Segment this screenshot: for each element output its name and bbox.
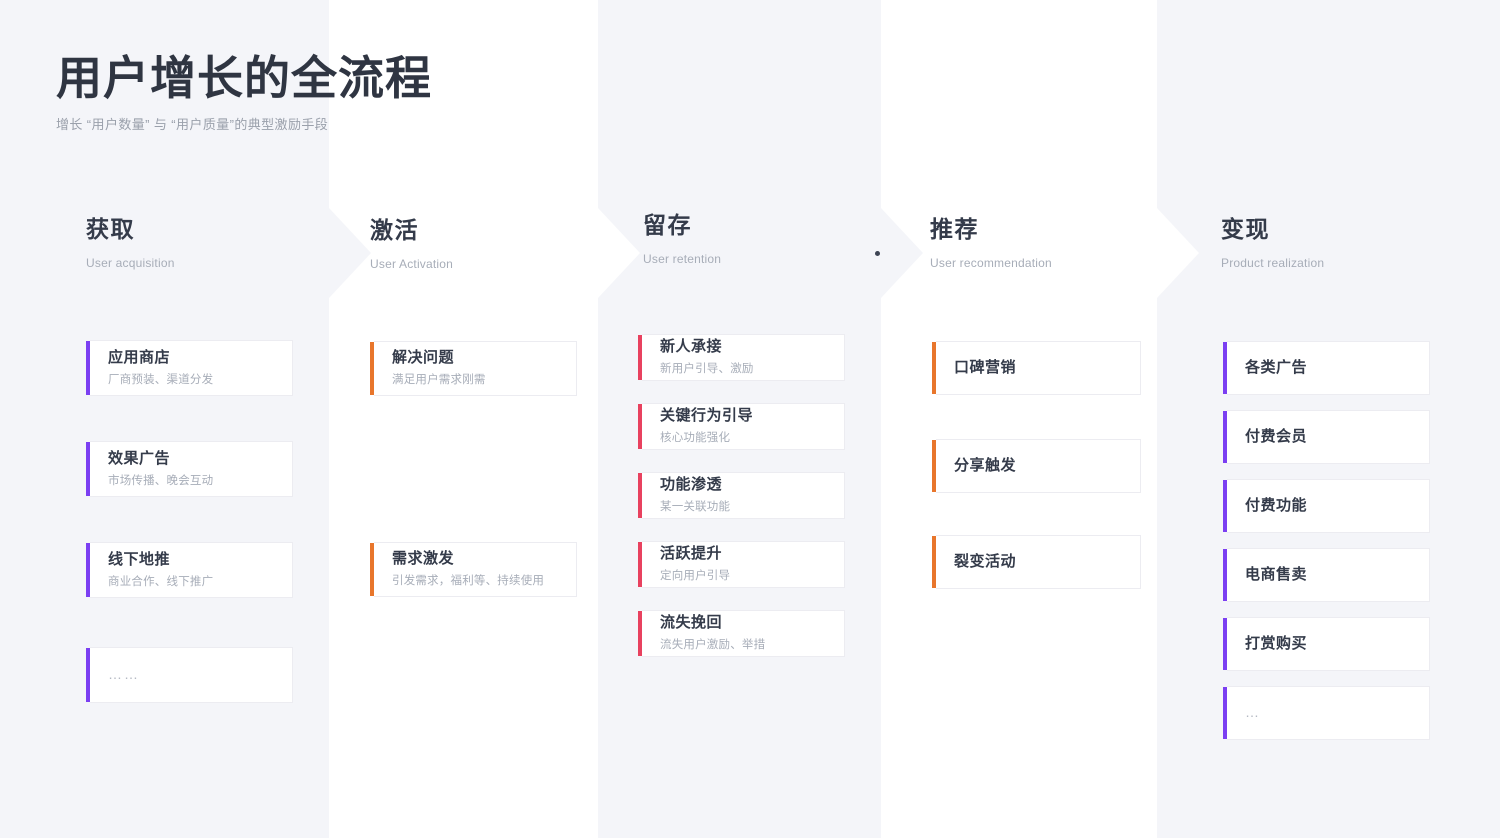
- stage-subtitle-realization: Product realization: [1221, 256, 1325, 270]
- stage-title-realization: 变现: [1221, 216, 1270, 242]
- card-realization-6[interactable]: …: [1223, 686, 1430, 740]
- card-recommendation-3[interactable]: 裂变活动: [932, 535, 1141, 589]
- card-list-activation: 解决问题满足用户需求刚需需求激发引发需求，福利等、持续使用: [370, 341, 577, 597]
- card-list-acquisition: 应用商店厂商预装、渠道分发效果广告市场传播、晚会互动线下地推商业合作、线下推广 ……: [86, 340, 293, 703]
- card-acquisition-2[interactable]: 效果广告市场传播、晚会互动: [86, 441, 293, 497]
- stage-title-retention: 留存: [643, 212, 692, 238]
- card-title: 付费会员: [1245, 427, 1308, 445]
- card-title: 流失挽回: [660, 614, 723, 632]
- card-retention-3[interactable]: 功能渗透某一关联功能: [638, 472, 845, 519]
- card-realization-1[interactable]: 各类广告: [1223, 341, 1430, 395]
- stage-subtitle-recommendation: User recommendation: [930, 256, 1052, 270]
- card-acquisition-4[interactable]: ……: [86, 647, 293, 703]
- card-title: 分享触发: [954, 456, 1017, 474]
- card-subtitle: 定向用户引导: [660, 570, 731, 583]
- card-title: 新人承接: [660, 338, 723, 356]
- card-subtitle: 市场传播、晚会互动: [108, 474, 214, 487]
- card-retention-1[interactable]: 新人承接新用户引导、激励: [638, 334, 845, 381]
- card-acquisition-1[interactable]: 应用商店厂商预装、渠道分发: [86, 340, 293, 396]
- card-retention-4[interactable]: 活跃提升定向用户引导: [638, 541, 845, 588]
- card-title: 需求激发: [392, 550, 455, 568]
- card-title: ……: [108, 666, 140, 683]
- page-title: 用户增长的全流程: [56, 52, 432, 104]
- card-list-retention: 新人承接新用户引导、激励关键行为引导核心功能强化功能渗透某一关联功能活跃提升定向…: [638, 334, 845, 657]
- stage-header-retention[interactable]: 留存 User retention: [643, 212, 722, 267]
- card-title: 付费功能: [1245, 496, 1308, 514]
- card-subtitle: 新用户引导、激励: [660, 363, 754, 376]
- card-list-realization: 各类广告付费会员付费功能电商售卖打赏购买 …: [1223, 341, 1430, 740]
- stage-header-activation[interactable]: 激活 User Activation: [370, 217, 454, 272]
- card-acquisition-3[interactable]: 线下地推商业合作、线下推广: [86, 542, 293, 598]
- stage-marker-dot-icon: [875, 251, 880, 256]
- card-title: 关键行为引导: [660, 407, 754, 425]
- card-title: 电商售卖: [1245, 565, 1308, 583]
- stage-title-acquisition: 获取: [86, 216, 135, 242]
- card-subtitle: 满足用户需求刚需: [392, 374, 486, 387]
- card-realization-5[interactable]: 打赏购买: [1223, 617, 1430, 671]
- card-activation-1[interactable]: 解决问题满足用户需求刚需: [370, 341, 577, 396]
- stage-header-recommendation[interactable]: 推荐 User recommendation: [930, 216, 1052, 271]
- card-title: 裂变活动: [954, 552, 1017, 570]
- card-retention-2[interactable]: 关键行为引导核心功能强化: [638, 403, 845, 450]
- stage-header-acquisition[interactable]: 获取 User acquisition: [86, 216, 175, 271]
- card-title: 功能渗透: [660, 476, 723, 494]
- card-title: 打赏购买: [1245, 634, 1308, 652]
- stage-title-recommendation: 推荐: [930, 216, 979, 242]
- card-subtitle: 流失用户激励、举措: [660, 639, 766, 652]
- card-realization-2[interactable]: 付费会员: [1223, 410, 1430, 464]
- card-title: 口碑营销: [954, 358, 1017, 376]
- card-activation-2[interactable]: 需求激发引发需求，福利等、持续使用: [370, 542, 577, 597]
- card-retention-5[interactable]: 流失挽回流失用户激励、举措: [638, 610, 845, 657]
- card-title: 应用商店: [108, 348, 171, 366]
- stage-subtitle-retention: User retention: [643, 252, 722, 266]
- page-subtitle: 增长 “用户数量” 与 “用户质量”的典型激励手段: [56, 116, 329, 132]
- card-recommendation-1[interactable]: 口碑营销: [932, 341, 1141, 395]
- card-realization-4[interactable]: 电商售卖: [1223, 548, 1430, 602]
- card-subtitle: 厂商预装、渠道分发: [108, 373, 214, 386]
- infographic-canvas: 用户增长的全流程 增长 “用户数量” 与 “用户质量”的典型激励手段 获取 Use…: [0, 0, 1500, 838]
- card-recommendation-2[interactable]: 分享触发: [932, 439, 1141, 493]
- stage-subtitle-activation: User Activation: [370, 257, 454, 271]
- stage-subtitle-acquisition: User acquisition: [86, 256, 175, 270]
- card-title: …: [1245, 704, 1261, 721]
- page-header: 用户增长的全流程 增长 “用户数量” 与 “用户质量”的典型激励手段: [56, 52, 432, 133]
- card-realization-3[interactable]: 付费功能: [1223, 479, 1430, 533]
- card-subtitle: 核心功能强化: [660, 432, 731, 445]
- card-subtitle: 商业合作、线下推广: [108, 575, 214, 588]
- card-title: 解决问题: [392, 349, 455, 367]
- stage-header-realization[interactable]: 变现 Product realization: [1221, 216, 1325, 271]
- card-title: 线下地推: [108, 550, 171, 568]
- card-list-recommendation: 口碑营销分享触发裂变活动: [932, 341, 1141, 589]
- card-title: 各类广告: [1245, 358, 1308, 376]
- card-title: 效果广告: [108, 449, 171, 467]
- stage-title-activation: 激活: [370, 217, 419, 243]
- card-subtitle: 引发需求，福利等、持续使用: [392, 575, 545, 588]
- card-subtitle: 某一关联功能: [660, 501, 731, 514]
- card-title: 活跃提升: [660, 545, 723, 563]
